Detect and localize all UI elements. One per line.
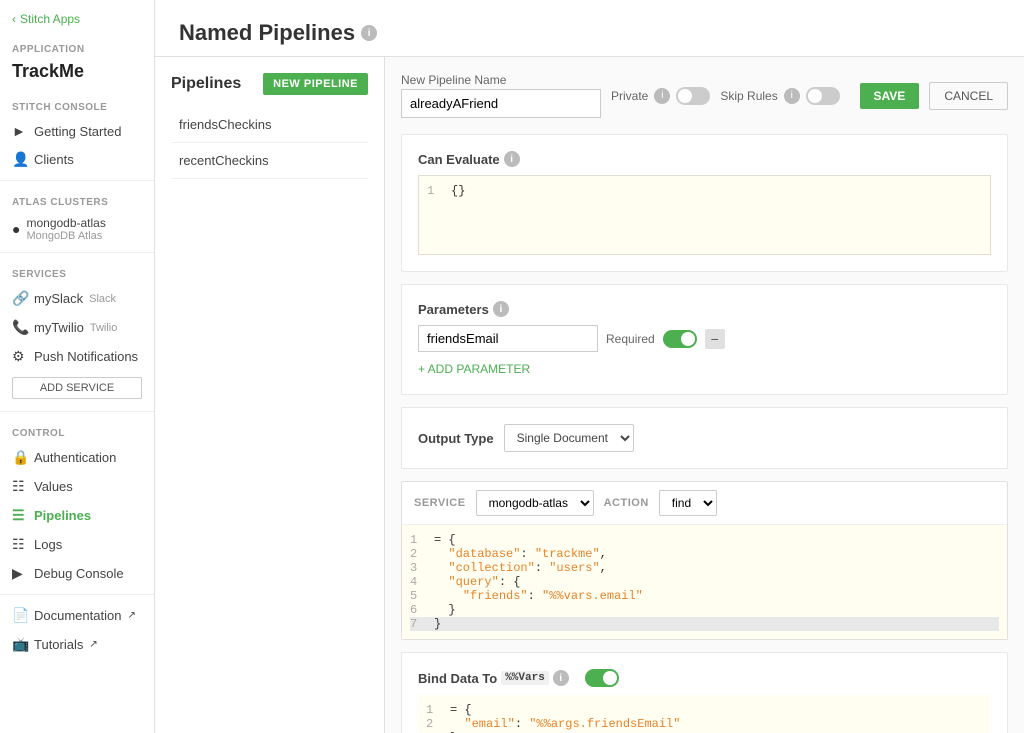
pipeline-name-input[interactable] xyxy=(401,89,601,118)
bind-data-section: Bind Data To %%Vars i 1 = { xyxy=(401,652,1008,733)
header-info-icon[interactable]: i xyxy=(361,25,377,41)
editor-panel: New Pipeline Name Private i Skip Rules i xyxy=(385,57,1024,733)
sidebar-item-documentation[interactable]: 📄 Documentation ↗ xyxy=(0,601,154,630)
remove-param-button[interactable]: − xyxy=(705,329,725,349)
pipeline-item-1[interactable]: recentCheckins xyxy=(171,143,368,179)
stage-line-3: 3 "collection": "users", xyxy=(410,561,999,575)
can-evaluate-section: Can Evaluate i 1 {} xyxy=(401,134,1008,272)
main-content: Named Pipelines i Pipelines NEW PIPELINE… xyxy=(155,0,1024,733)
skip-rules-toggle-group: Skip Rules i xyxy=(720,87,839,105)
add-service-button[interactable]: ADD SERVICE xyxy=(12,377,142,399)
clients-icon: 👤 xyxy=(12,151,28,168)
sidebar-item-getting-started[interactable]: ► Getting Started xyxy=(0,117,154,145)
service-select[interactable]: mongodb-atlas xyxy=(476,490,594,516)
output-type-label: Output Type xyxy=(418,431,494,446)
control-label: CONTROL xyxy=(0,418,154,443)
pipeline-item-0[interactable]: friendsCheckins xyxy=(171,107,368,143)
terminal-icon: ► xyxy=(12,123,28,139)
code-line-1: 1 {} xyxy=(427,184,982,198)
sidebar-item-myslack[interactable]: 🔗 mySlack Slack xyxy=(0,284,154,313)
values-icon: ☷ xyxy=(12,478,28,495)
parameters-section: Parameters i Required − + ADD PARAMETER xyxy=(401,284,1008,395)
back-link[interactable]: ‹ Stitch Apps xyxy=(0,0,154,34)
can-evaluate-editor[interactable]: 1 {} xyxy=(418,175,991,255)
page-title: Named Pipelines i xyxy=(179,20,1000,46)
output-type-select[interactable]: Single Document xyxy=(504,424,634,452)
sidebar-item-tutorials[interactable]: 📺 Tutorials ↗ xyxy=(0,630,154,659)
stage-header: SERVICE mongodb-atlas ACTION find xyxy=(402,482,1007,525)
push-icon: ⚙ xyxy=(12,348,28,365)
pipeline-name-group: New Pipeline Name xyxy=(401,73,601,118)
auth-icon: 🔒 xyxy=(12,449,28,466)
skip-rules-info-icon[interactable]: i xyxy=(784,88,800,104)
can-evaluate-info-icon[interactable]: i xyxy=(504,151,520,167)
docs-icon: 📄 xyxy=(12,607,28,624)
skip-rules-toggle[interactable] xyxy=(806,87,840,105)
required-toggle[interactable] xyxy=(663,330,697,348)
output-type-section: Output Type Single Document xyxy=(401,407,1008,469)
external-link-icon: ↗ xyxy=(127,610,135,621)
page-header: Named Pipelines i xyxy=(155,0,1024,57)
parameters-label: Parameters i xyxy=(418,301,991,317)
editor-top-bar: New Pipeline Name Private i Skip Rules i xyxy=(401,73,1008,118)
content-area: Pipelines NEW PIPELINE friendsCheckins r… xyxy=(155,57,1024,733)
private-info-icon[interactable]: i xyxy=(654,88,670,104)
back-arrow-icon: ‹ xyxy=(12,12,16,26)
new-pipeline-button[interactable]: NEW PIPELINE xyxy=(263,73,368,95)
external-link-icon2: ↗ xyxy=(89,639,97,650)
add-parameter-button[interactable]: + ADD PARAMETER xyxy=(418,360,530,378)
twilio-icon: 📞 xyxy=(12,319,28,336)
stage-line-5: 5 "friends": "%%vars.email" xyxy=(410,589,999,603)
sidebar: ‹ Stitch Apps APPLICATION TrackMe STITCH… xyxy=(0,0,155,733)
output-type-row: Output Type Single Document xyxy=(418,424,991,452)
sidebar-item-authentication[interactable]: 🔒 Authentication xyxy=(0,443,154,472)
app-section-label: APPLICATION xyxy=(0,34,154,59)
sidebar-item-pipelines[interactable]: ☰ Pipelines xyxy=(0,501,154,530)
sidebar-item-push-notifications[interactable]: ⚙ Push Notifications xyxy=(0,342,154,371)
pipelines-header: Pipelines NEW PIPELINE xyxy=(171,73,368,95)
bind-data-code-editor[interactable]: 1 = { 2 "email": "%%args.friendsEmail" 3… xyxy=(418,695,991,733)
bind-line-1: 1 = { xyxy=(426,703,983,717)
pipelines-title: Pipelines xyxy=(171,75,241,93)
sidebar-item-values[interactable]: ☷ Values xyxy=(0,472,154,501)
pipeline-list: friendsCheckins recentCheckins xyxy=(171,107,368,179)
params-row: Required − xyxy=(418,325,991,352)
param-name-input[interactable] xyxy=(418,325,598,352)
stage-line-4: 4 "query": { xyxy=(410,575,999,589)
stage-line-6: 6 } xyxy=(410,603,999,617)
atlas-clusters-label: ATLAS CLUSTERS xyxy=(0,187,154,212)
cluster-item[interactable]: ● mongodb-atlas MongoDB Atlas xyxy=(0,212,154,246)
tutorials-icon: 📺 xyxy=(12,636,28,653)
cluster-icon: ● xyxy=(12,221,20,237)
can-evaluate-label: Can Evaluate i xyxy=(418,151,991,167)
bind-line-2: 2 "email": "%%args.friendsEmail" xyxy=(426,717,983,731)
services-label: SERVICES xyxy=(0,259,154,284)
stage-line-7: 7 } xyxy=(410,617,999,631)
slack-icon: 🔗 xyxy=(12,290,28,307)
sidebar-item-clients[interactable]: 👤 Clients xyxy=(0,145,154,174)
pipeline-stage: SERVICE mongodb-atlas ACTION find 1 = { xyxy=(401,481,1008,640)
stage-code-editor[interactable]: 1 = { 2 "database": "trackme", 3 "collec… xyxy=(402,525,1007,639)
private-toggle[interactable] xyxy=(676,87,710,105)
sidebar-item-mytwilio[interactable]: 📞 myTwilio Twilio xyxy=(0,313,154,342)
stage-line-2: 2 "database": "trackme", xyxy=(410,547,999,561)
debug-icon: ▶ xyxy=(12,565,28,582)
bind-data-title: Bind Data To %%Vars i xyxy=(418,670,569,686)
sidebar-item-debug-console[interactable]: ▶ Debug Console xyxy=(0,559,154,588)
logs-icon: ☷ xyxy=(12,536,28,553)
app-name: TrackMe xyxy=(0,59,154,92)
bind-data-header: Bind Data To %%Vars i xyxy=(418,669,991,687)
bind-data-toggle[interactable] xyxy=(585,669,619,687)
cancel-button[interactable]: CANCEL xyxy=(929,82,1008,110)
stage-line-1: 1 = { xyxy=(410,533,999,547)
action-select[interactable]: find xyxy=(659,490,717,516)
stitch-console-label: STITCH CONSOLE xyxy=(0,92,154,117)
parameters-info-icon[interactable]: i xyxy=(493,301,509,317)
sidebar-item-logs[interactable]: ☷ Logs xyxy=(0,530,154,559)
save-button[interactable]: SAVE xyxy=(860,83,920,109)
private-toggle-group: Private i xyxy=(611,87,710,105)
pipelines-panel: Pipelines NEW PIPELINE friendsCheckins r… xyxy=(155,57,385,733)
pipelines-icon: ☰ xyxy=(12,507,28,524)
bind-data-info-icon[interactable]: i xyxy=(553,670,569,686)
